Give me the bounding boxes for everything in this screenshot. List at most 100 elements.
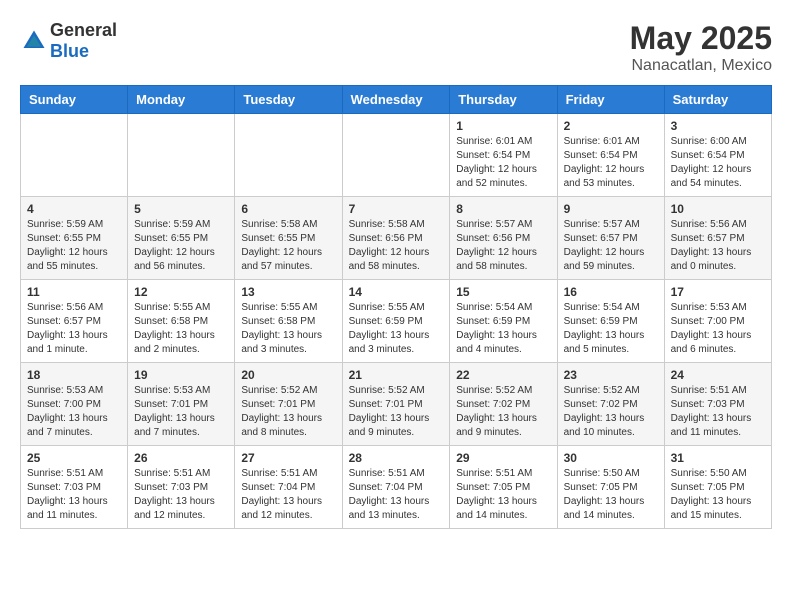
day-number: 19 [134,368,228,382]
calendar-week-row: 4 Sunrise: 5:59 AMSunset: 6:55 PMDaylight… [21,197,772,280]
day-number: 8 [456,202,550,216]
day-info: Sunrise: 5:50 AMSunset: 7:05 PMDaylight:… [671,467,765,523]
day-number: 18 [27,368,121,382]
day-number: 14 [349,285,444,299]
calendar-week-row: 25 Sunrise: 5:51 AMSunset: 7:03 PMDayligh… [21,446,772,529]
day-number: 22 [456,368,550,382]
day-number: 29 [456,451,550,465]
day-info: Sunrise: 5:59 AMSunset: 6:55 PMDaylight:… [27,218,121,274]
calendar-cell: 10 Sunrise: 5:56 AMSunset: 6:57 PMDayligh… [664,197,771,280]
calendar-cell [21,114,128,197]
calendar-week-row: 18 Sunrise: 5:53 AMSunset: 7:00 PMDayligh… [21,363,772,446]
day-number: 26 [134,451,228,465]
day-info: Sunrise: 5:58 AMSunset: 6:56 PMDaylight:… [349,218,444,274]
day-number: 17 [671,285,765,299]
day-info: Sunrise: 5:52 AMSunset: 7:01 PMDaylight:… [349,384,444,440]
day-info: Sunrise: 5:54 AMSunset: 6:59 PMDaylight:… [564,301,658,357]
page-header: General Blue May 2025 Nanacatlan, Mexico [20,20,772,75]
title-block: May 2025 Nanacatlan, Mexico [630,20,772,75]
day-info: Sunrise: 5:51 AMSunset: 7:05 PMDaylight:… [456,467,550,523]
calendar-cell: 9Sunrise: 5:57 AMSunset: 6:57 PMDaylight… [557,197,664,280]
calendar-cell: 5 Sunrise: 5:59 AMSunset: 6:55 PMDaylight… [128,197,235,280]
day-number: 24 [671,368,765,382]
day-info: Sunrise: 5:53 AMSunset: 7:01 PMDaylight:… [134,384,228,440]
day-number: 2 [564,119,658,133]
day-of-week-header: Friday [557,86,664,114]
calendar-week-row: 1 Sunrise: 6:01 AMSunset: 6:54 PMDaylight… [21,114,772,197]
calendar-cell: 19 Sunrise: 5:53 AMSunset: 7:01 PMDayligh… [128,363,235,446]
calendar-cell: 29 Sunrise: 5:51 AMSunset: 7:05 PMDayligh… [450,446,557,529]
day-info: Sunrise: 5:53 AMSunset: 7:00 PMDaylight:… [27,384,121,440]
day-of-week-header: Saturday [664,86,771,114]
day-info: Sunrise: 5:59 AMSunset: 6:55 PMDaylight:… [134,218,228,274]
day-info: Sunrise: 5:55 AMSunset: 6:59 PMDaylight:… [349,301,444,357]
calendar-cell: 31 Sunrise: 5:50 AMSunset: 7:05 PMDayligh… [664,446,771,529]
calendar-cell [235,114,342,197]
calendar-cell: 17 Sunrise: 5:53 AMSunset: 7:00 PMDayligh… [664,280,771,363]
day-info: Sunrise: 5:53 AMSunset: 7:00 PMDaylight:… [671,301,765,357]
calendar-cell: 13 Sunrise: 5:55 AMSunset: 6:58 PMDayligh… [235,280,342,363]
calendar-cell [342,114,450,197]
calendar-cell: 30 Sunrise: 5:50 AMSunset: 7:05 PMDayligh… [557,446,664,529]
day-info: Sunrise: 5:51 AMSunset: 7:03 PMDaylight:… [134,467,228,523]
calendar-cell: 18 Sunrise: 5:53 AMSunset: 7:00 PMDayligh… [21,363,128,446]
logo-blue: Blue [50,41,89,61]
day-info: Sunrise: 5:55 AMSunset: 6:58 PMDaylight:… [241,301,335,357]
day-info: Sunrise: 5:55 AMSunset: 6:58 PMDaylight:… [134,301,228,357]
day-number: 30 [564,451,658,465]
day-info: Sunrise: 5:58 AMSunset: 6:55 PMDaylight:… [241,218,335,274]
logo: General Blue [20,20,117,62]
calendar-cell: 2 Sunrise: 6:01 AMSunset: 6:54 PMDaylight… [557,114,664,197]
day-number: 13 [241,285,335,299]
calendar-cell: 1Sunrise: 6:01 AMSunset: 6:54 PMDaylight… [450,114,557,197]
calendar-header-row: SundayMondayTuesdayWednesdayThursdayFrid… [21,86,772,114]
day-number: 20 [241,368,335,382]
location: Nanacatlan, Mexico [630,57,772,75]
calendar-cell: 23 Sunrise: 5:52 AMSunset: 7:02 PMDayligh… [557,363,664,446]
day-of-week-header: Thursday [450,86,557,114]
day-number: 6 [241,202,335,216]
day-number: 4 [27,202,121,216]
calendar-cell: 28Sunrise: 5:51 AMSunset: 7:04 PMDayligh… [342,446,450,529]
calendar-cell [128,114,235,197]
day-info: Sunrise: 5:56 AMSunset: 6:57 PMDaylight:… [671,218,765,274]
calendar-cell: 24 Sunrise: 5:51 AMSunset: 7:03 PMDayligh… [664,363,771,446]
calendar-cell: 7Sunrise: 5:58 AMSunset: 6:56 PMDaylight… [342,197,450,280]
calendar: SundayMondayTuesdayWednesdayThursdayFrid… [20,85,772,529]
calendar-cell: 12 Sunrise: 5:55 AMSunset: 6:58 PMDayligh… [128,280,235,363]
day-number: 16 [564,285,658,299]
calendar-cell: 6 Sunrise: 5:58 AMSunset: 6:55 PMDaylight… [235,197,342,280]
day-number: 21 [349,368,444,382]
day-of-week-header: Sunday [21,86,128,114]
day-number: 15 [456,285,550,299]
day-info: Sunrise: 5:51 AMSunset: 7:03 PMDaylight:… [27,467,121,523]
day-info: Sunrise: 5:57 AMSunset: 6:56 PMDaylight:… [456,218,550,274]
day-info: Sunrise: 5:54 AMSunset: 6:59 PMDaylight:… [456,301,550,357]
day-number: 1 [456,119,550,133]
calendar-cell: 20 Sunrise: 5:52 AMSunset: 7:01 PMDayligh… [235,363,342,446]
day-info: Sunrise: 5:51 AMSunset: 7:03 PMDaylight:… [671,384,765,440]
day-number: 23 [564,368,658,382]
day-number: 10 [671,202,765,216]
calendar-cell: 3 Sunrise: 6:00 AMSunset: 6:54 PMDaylight… [664,114,771,197]
day-number: 25 [27,451,121,465]
calendar-cell: 15 Sunrise: 5:54 AMSunset: 6:59 PMDayligh… [450,280,557,363]
day-info: Sunrise: 6:01 AMSunset: 6:54 PMDaylight:… [564,135,658,191]
day-number: 31 [671,451,765,465]
day-info: Sunrise: 5:52 AMSunset: 7:02 PMDaylight:… [456,384,550,440]
day-info: Sunrise: 6:00 AMSunset: 6:54 PMDaylight:… [671,135,765,191]
day-of-week-header: Tuesday [235,86,342,114]
day-number: 12 [134,285,228,299]
day-info: Sunrise: 5:50 AMSunset: 7:05 PMDaylight:… [564,467,658,523]
day-number: 5 [134,202,228,216]
day-info: Sunrise: 5:52 AMSunset: 7:02 PMDaylight:… [564,384,658,440]
calendar-cell: 27Sunrise: 5:51 AMSunset: 7:04 PMDayligh… [235,446,342,529]
day-of-week-header: Wednesday [342,86,450,114]
day-number: 3 [671,119,765,133]
day-number: 9 [564,202,658,216]
day-info: Sunrise: 5:52 AMSunset: 7:01 PMDaylight:… [241,384,335,440]
calendar-cell: 11Sunrise: 5:56 AMSunset: 6:57 PMDayligh… [21,280,128,363]
calendar-cell: 22 Sunrise: 5:52 AMSunset: 7:02 PMDayligh… [450,363,557,446]
calendar-cell: 25 Sunrise: 5:51 AMSunset: 7:03 PMDayligh… [21,446,128,529]
month-year: May 2025 [630,20,772,57]
